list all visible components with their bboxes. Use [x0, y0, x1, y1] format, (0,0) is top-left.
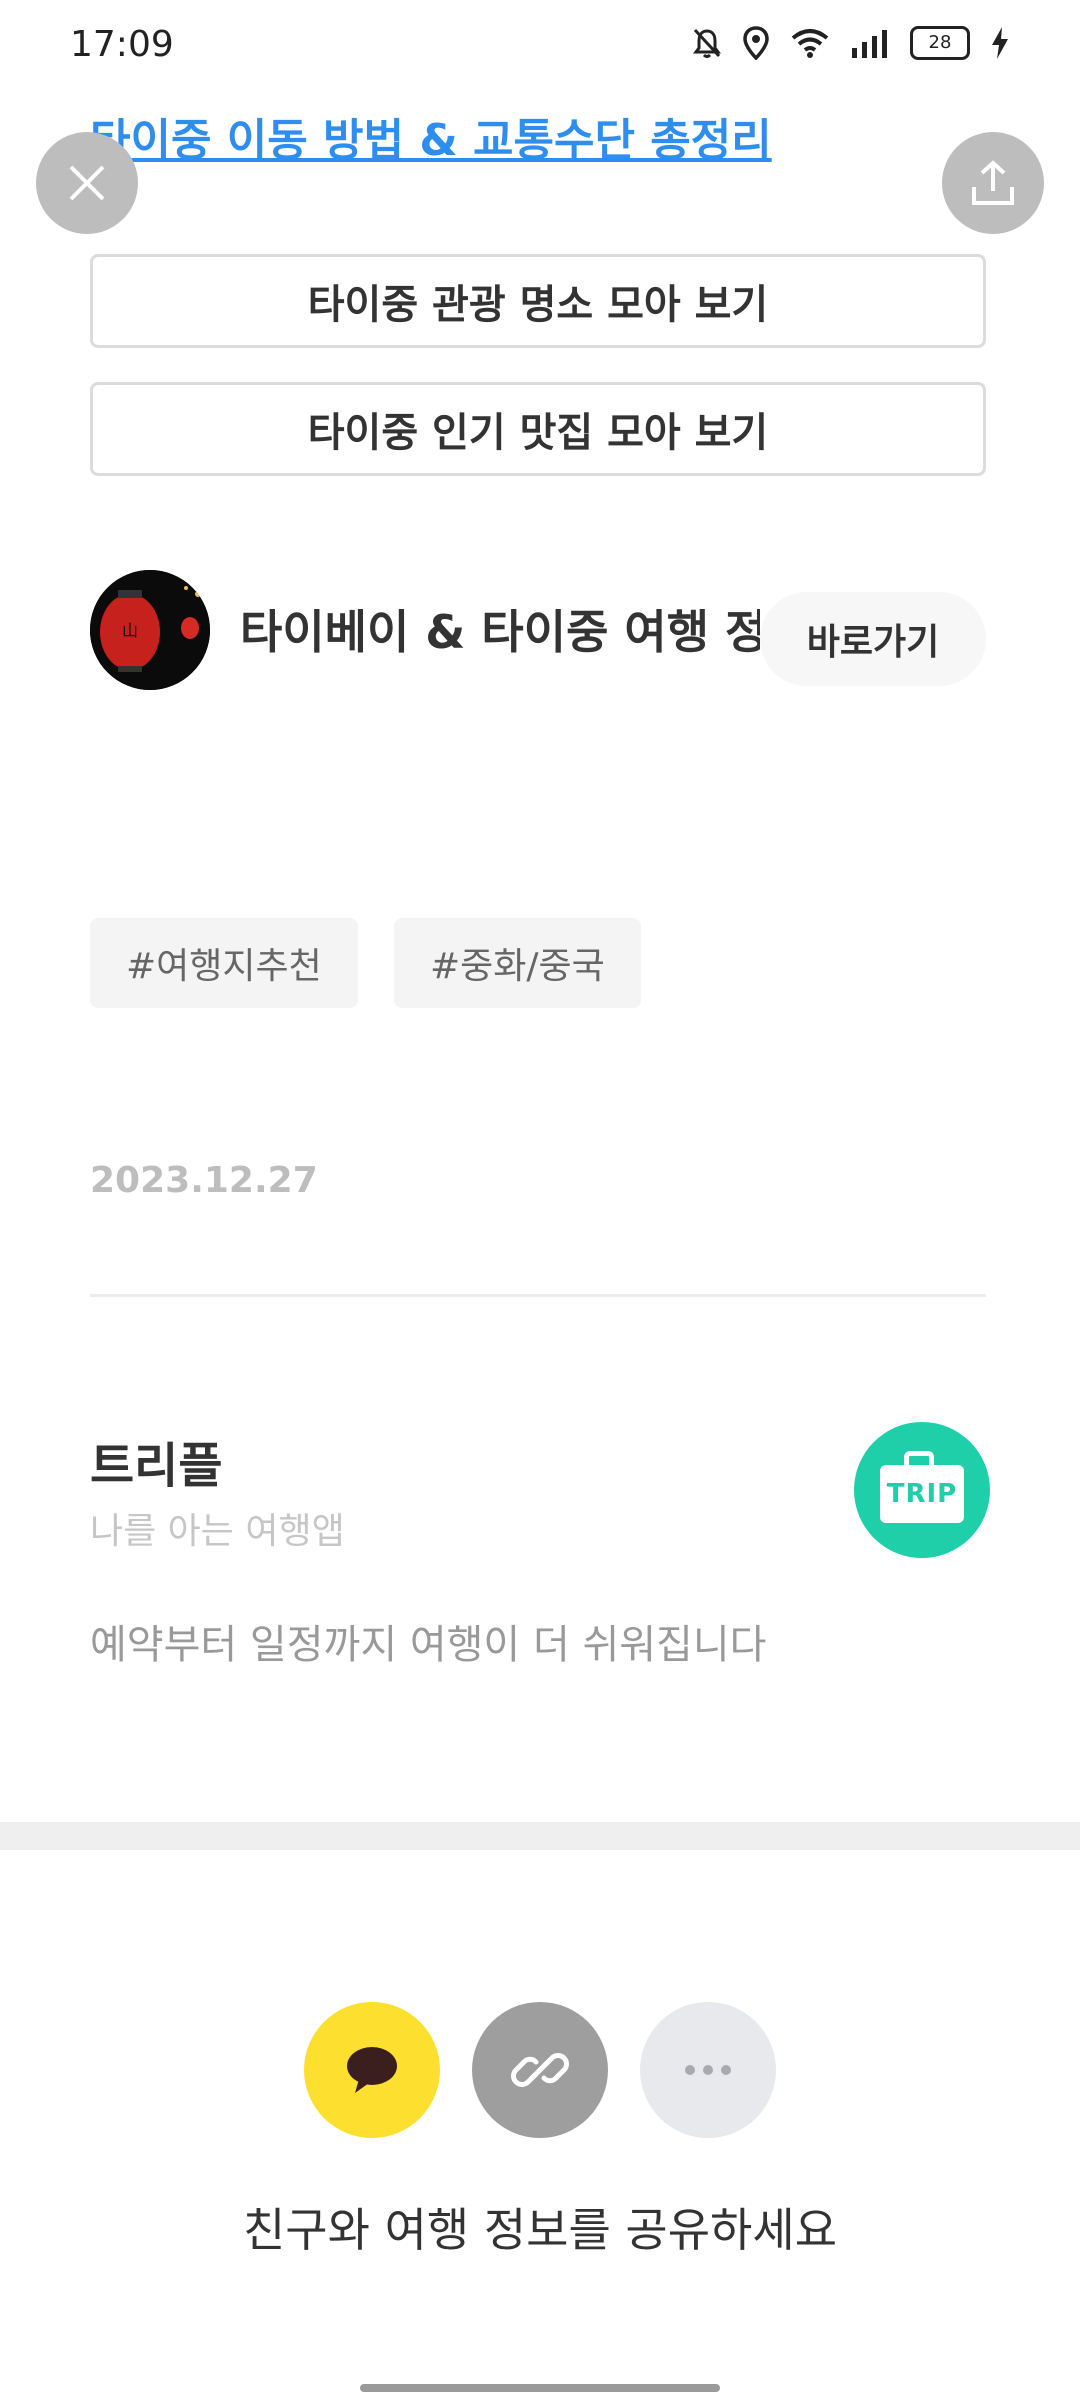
tag-chip[interactable]: #중화/중국 [394, 918, 641, 1008]
battery-icon: 28 [910, 26, 970, 60]
share-more-button[interactable] [640, 2002, 776, 2138]
link-icon [511, 2053, 569, 2087]
share-icon [972, 160, 1014, 205]
promo-title: 트리플 [90, 1438, 223, 1494]
close-button[interactable] [36, 132, 138, 234]
channel-avatar[interactable]: 山 [90, 570, 210, 690]
tag-chip[interactable]: #여행지추천 [90, 918, 358, 1008]
attractions-button[interactable]: 타이중 관광 명소 모아 보기 [90, 254, 986, 348]
trip-bag-icon: TRIP [880, 1451, 964, 1523]
share-link-button[interactable] [472, 2002, 608, 2138]
more-icon [685, 2065, 731, 2075]
channel-name[interactable]: 타이베이 & 타이중 여행 정보 [240, 596, 760, 662]
share-prompt-text: 친구와 여행 정보를 공유하세요 [242, 2203, 838, 2257]
location-icon [743, 26, 769, 60]
top-article-link[interactable]: 타이중 이동 방법 & 교통수단 총정리 [90, 104, 772, 168]
goto-button[interactable]: 바로가기 [760, 592, 986, 686]
share-button[interactable] [942, 132, 1044, 234]
promo-description: 예약부터 일정까지 여행이 더 쉬워집니다 [90, 1622, 767, 1668]
section-separator [0, 1822, 1080, 1850]
bell-off-icon [693, 28, 721, 58]
wifi-icon [791, 29, 829, 58]
status-icons: 28 [692, 26, 1010, 60]
charging-icon [992, 27, 1008, 59]
chat-bubble-icon [347, 2047, 397, 2093]
divider [90, 1294, 986, 1297]
status-time: 17:09 [70, 24, 174, 65]
signal-icon [852, 30, 887, 58]
trip-app-logo[interactable]: TRIP [854, 1422, 990, 1558]
close-icon [69, 165, 105, 201]
share-kakao-button[interactable] [304, 2002, 440, 2138]
svg-text:山: 山 [122, 621, 138, 640]
trip-logo-text: TRIP [886, 1479, 958, 1509]
restaurants-button[interactable]: 타이중 인기 맛집 모아 보기 [90, 382, 986, 476]
home-indicator[interactable] [360, 2384, 720, 2392]
post-date: 2023.12.27 [90, 1160, 318, 1201]
promo-subtitle: 나를 아는 여행앱 [90, 1511, 345, 1552]
